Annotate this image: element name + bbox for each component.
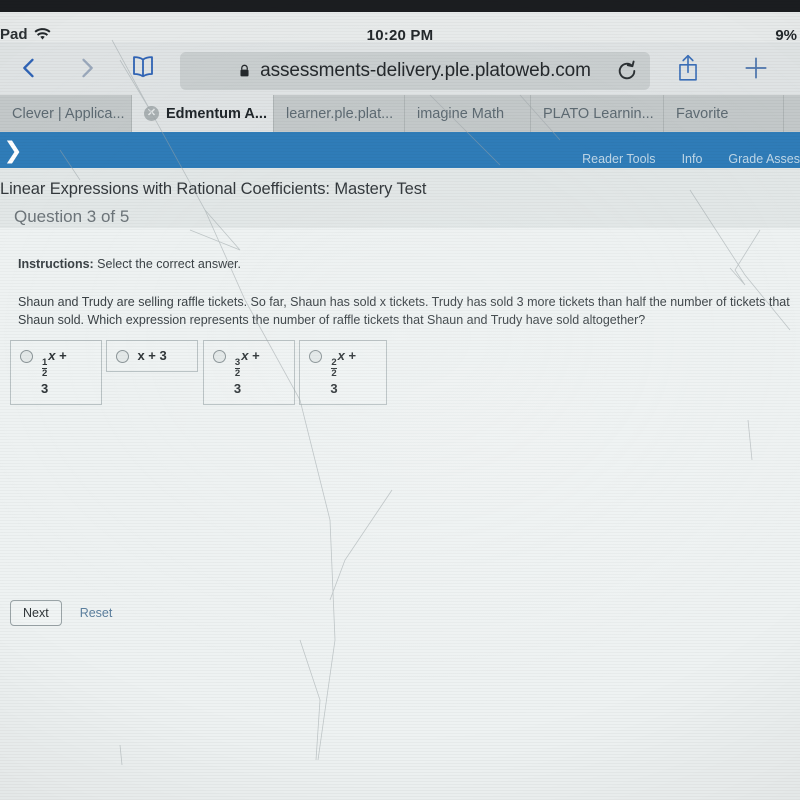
fraction-denominator: 2 (331, 367, 337, 379)
ios-status-bar: Pad 10:20 PM 9% (0, 12, 800, 44)
radio-button[interactable] (20, 350, 33, 363)
action-buttons: Next Reset (10, 600, 114, 626)
share-icon (675, 53, 701, 88)
app-top-bar: ❯ Reader Tools Info Grade Asses (0, 132, 800, 168)
answer-option-a-expression: 1 2 x + 3 (41, 348, 67, 397)
fraction: 2 2 (331, 357, 337, 379)
instructions: Instructions: Select the correct answer. (18, 257, 241, 271)
reset-button[interactable]: Reset (78, 601, 115, 625)
tab-clever[interactable]: Clever | Applica... (0, 95, 132, 132)
lock-icon (239, 64, 250, 78)
instructions-text: Select the correct answer. (93, 257, 241, 271)
forward-button[interactable] (64, 50, 110, 90)
plus-icon (742, 54, 770, 87)
fraction: 3 2 (234, 357, 241, 379)
radio-button[interactable] (309, 350, 323, 363)
tab-label: Clever | Applica... (12, 105, 125, 122)
close-icon[interactable]: ✕ (144, 106, 159, 121)
tab-learner-ple[interactable]: learner.ple.plat... (274, 95, 405, 132)
radio-button[interactable] (116, 350, 130, 363)
reader-tools-link[interactable]: Reader Tools (582, 152, 655, 166)
chevron-left-icon (15, 54, 43, 87)
question-text: Shaun and Trudy are selling raffle ticke… (18, 295, 790, 327)
fraction-numerator: 1 (42, 357, 48, 369)
device-bezel (0, 0, 800, 12)
constant: 3 (233, 381, 242, 397)
show-tabs-button[interactable] (789, 50, 800, 90)
tab-label: imagine Math (417, 105, 505, 122)
answer-option-c[interactable]: 3 2 x + 3 (202, 340, 295, 406)
info-link[interactable]: Info (682, 152, 703, 166)
chevron-right-icon: ❯ (3, 137, 23, 163)
tab-label: Favorite (676, 105, 729, 122)
next-button[interactable]: Next (10, 600, 62, 626)
variable: x (48, 348, 56, 363)
tab-label: learner.ple.plat... (286, 105, 394, 122)
back-button[interactable] (6, 50, 52, 90)
tab-plato-learning[interactable]: PLATO Learnin... (531, 95, 664, 132)
fraction-numerator: 3 (234, 357, 241, 369)
answer-option-d[interactable]: 2 2 x + 3 (299, 340, 388, 406)
bookmarks-button[interactable] (120, 50, 166, 90)
question-counter: Question 3 of 5 (14, 207, 130, 226)
reload-button[interactable] (616, 60, 638, 82)
book-icon (127, 54, 159, 86)
fraction-numerator: 2 (331, 357, 337, 369)
page-title: Linear Expressions with Rational Coeffic… (0, 180, 427, 198)
tab-imagine-math[interactable]: imagine Math (405, 95, 531, 132)
operator: + (59, 348, 67, 363)
answer-option-d-expression: 2 2 x + 3 (330, 348, 356, 397)
fraction-denominator: 2 (42, 367, 48, 379)
address-bar[interactable]: assessments-delivery.ple.platoweb.com (180, 52, 650, 90)
answer-option-b-expression: x + 3 (137, 348, 167, 363)
chevron-right-icon (73, 54, 101, 87)
new-tab-button[interactable] (733, 50, 779, 90)
radio-button[interactable] (212, 350, 226, 363)
tab-edmentum[interactable]: ✕ Edmentum A... (132, 95, 274, 132)
fraction: 1 2 (42, 357, 48, 379)
answer-options-list: 1 2 x + 3 x + 3 3 2 x + 3 2 2 x + 3 (10, 340, 388, 414)
tab-label: PLATO Learnin... (543, 105, 654, 122)
answer-option-b[interactable]: x + 3 (106, 340, 199, 372)
tab-label: Edmentum A... (166, 105, 267, 122)
constant: 3 (41, 381, 49, 397)
instructions-label: Instructions: (18, 257, 94, 271)
address-bar-url[interactable]: assessments-delivery.ple.platoweb.com (260, 60, 591, 82)
operator: + (252, 348, 260, 363)
tab-strip: Clever | Applica... ✕ Edmentum A... lear… (0, 95, 800, 132)
grade-assessment-link[interactable]: Grade Asses (728, 152, 800, 166)
tab-favorites[interactable]: Favorite (664, 95, 784, 132)
answer-option-a[interactable]: 1 2 x + 3 (10, 340, 102, 406)
fraction-denominator: 2 (234, 367, 241, 379)
share-button[interactable] (665, 50, 711, 90)
operator: + (348, 348, 357, 363)
app-bar-links: Reader Tools Info Grade Asses (582, 150, 800, 168)
variable: x (337, 348, 345, 363)
variable: x (241, 348, 249, 363)
answer-option-c-expression: 3 2 x + 3 (234, 348, 260, 397)
constant: 3 (330, 381, 338, 397)
expand-nav-button[interactable]: ❯ (0, 136, 26, 164)
